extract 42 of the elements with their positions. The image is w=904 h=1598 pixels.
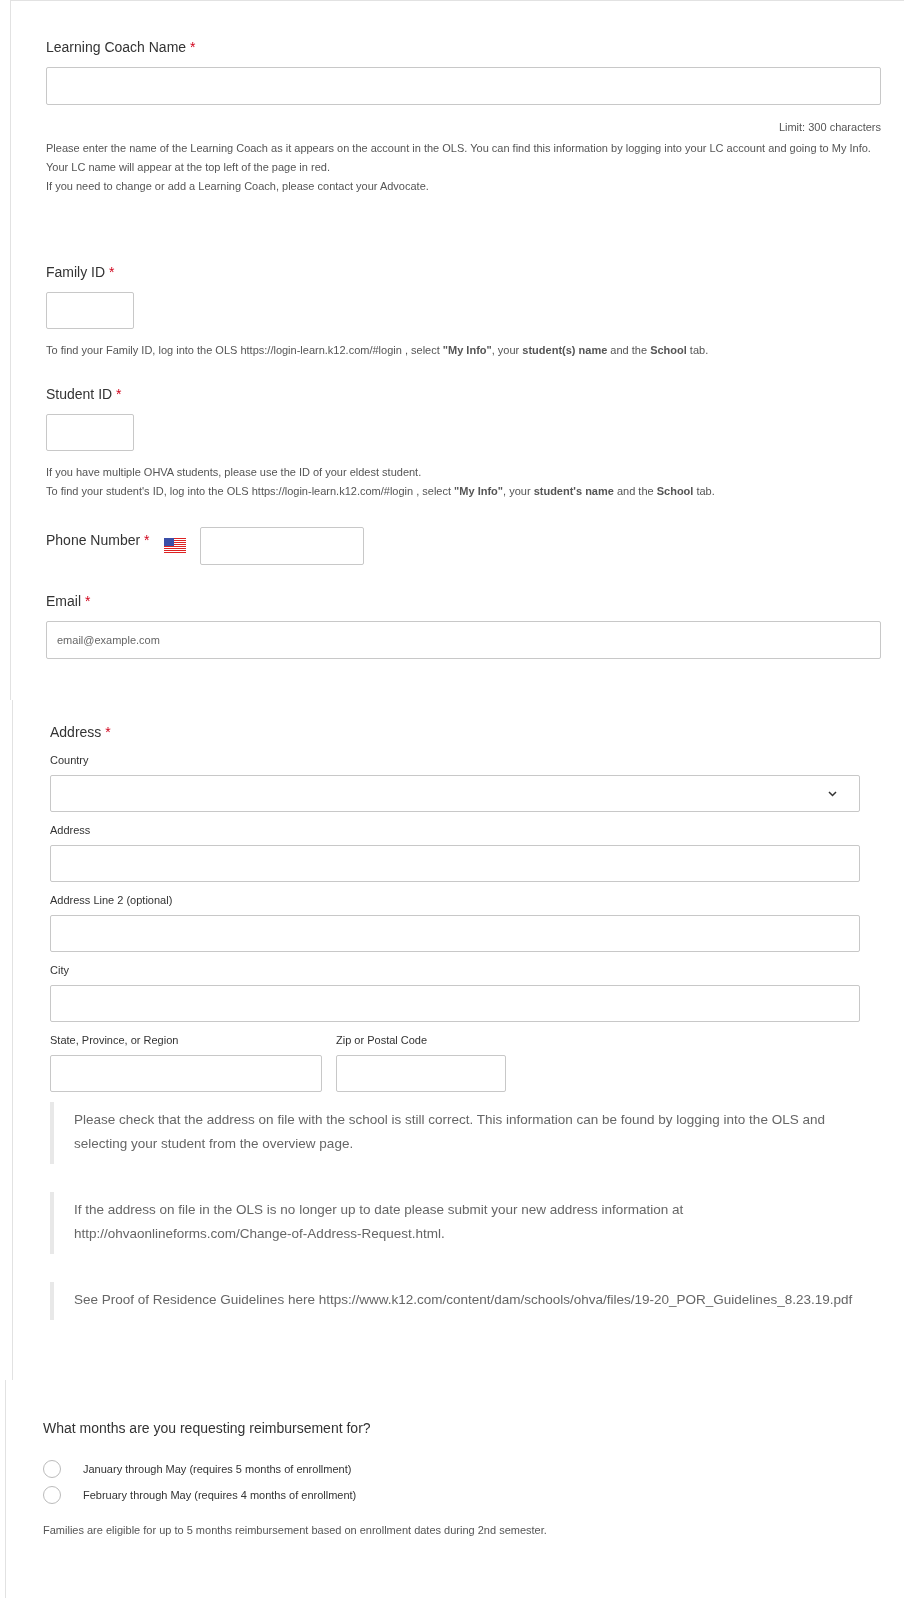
help-text: To find your Family ID, log into the OLS https://login-learn.k12.com/#login , select "My Info", your student(s) name and the School tab. [46, 343, 710, 358]
question-label: What months are you requesting reimbursement for? [43, 1420, 372, 1436]
text-input[interactable]: email@example.com [46, 621, 881, 659]
radio-button[interactable] [43, 1486, 61, 1504]
country-select[interactable] [50, 775, 860, 812]
note-text: See Proof of Residence Guidelines here https://www.k12.com/content/dam/schools/ohva/files/19-20_POR_Guidelines_8.23.19.pdf [50, 1282, 860, 1320]
text-input[interactable] [50, 1055, 322, 1092]
text-input[interactable] [50, 915, 860, 952]
text-input[interactable] [46, 67, 881, 105]
text-input[interactable] [50, 985, 860, 1022]
chevron-down-icon [828, 790, 837, 797]
phone-input[interactable] [199, 527, 364, 565]
field-label: City [50, 964, 70, 976]
radio-option[interactable]: February through May (requires 4 months of enrollment) [43, 1486, 884, 1504]
help-text: If you need to change or add a Learning Coach, please contact your Advocate. [46, 179, 430, 194]
field-label: Zip or Postal Code [336, 1034, 429, 1046]
help-text: Please enter the name of the Learning Coach as it appears on the account in the OLS. You can find this information by logging into your LC account and going to My Info. Your LC name will appear at the top left of the page in red. [46, 141, 872, 175]
option-label: January through May (requires 5 months of enrollment) [83, 1463, 352, 1475]
note-text: If the address on file in the OLS is no longer up to date please submit your new address information at http://ohvaonlineforms.com/Change-of-Address-Request.html. [50, 1192, 860, 1254]
option-label: February through May (requires 4 months of enrollment) [83, 1489, 357, 1501]
field-label: State, Province, or Region [50, 1034, 180, 1046]
field-label: Email * [46, 593, 92, 609]
field-label: Phone Number * [46, 532, 150, 548]
note-text: Please check that the address on file with the school is still correct. This information can be found by logging into the OLS and selecting your student from the overview page. [50, 1102, 860, 1164]
field-label: Address Line 2 (optional) [50, 894, 174, 906]
character-limit: Limit: 300 characters [777, 121, 881, 133]
field-label: Student ID * [46, 386, 123, 402]
radio-button[interactable] [43, 1460, 61, 1478]
text-input[interactable] [336, 1055, 506, 1092]
flag-icon[interactable] [163, 538, 186, 554]
radio-option[interactable]: January through May (requires 5 months of enrollment) [43, 1460, 884, 1478]
help-text: To find your student's ID, log into the OLS https://login-learn.k12.com/#login , select "My Info", your student's name and the School tab. [46, 484, 716, 499]
field-label: Country [50, 754, 90, 766]
id-input[interactable] [46, 414, 134, 451]
field-label: Learning Coach Name * [46, 39, 197, 55]
id-input[interactable] [46, 292, 134, 329]
field-label: Family ID * [46, 264, 116, 280]
help-text: Families are eligible for up to 5 months reimbursement based on enrollment dates during 2nd semester. [43, 1524, 548, 1536]
help-text: If you have multiple OHVA students, please use the ID of your eldest student. [46, 465, 423, 480]
field-label: Address * [50, 724, 112, 740]
text-input[interactable] [50, 845, 860, 882]
field-label: Address [50, 824, 92, 836]
